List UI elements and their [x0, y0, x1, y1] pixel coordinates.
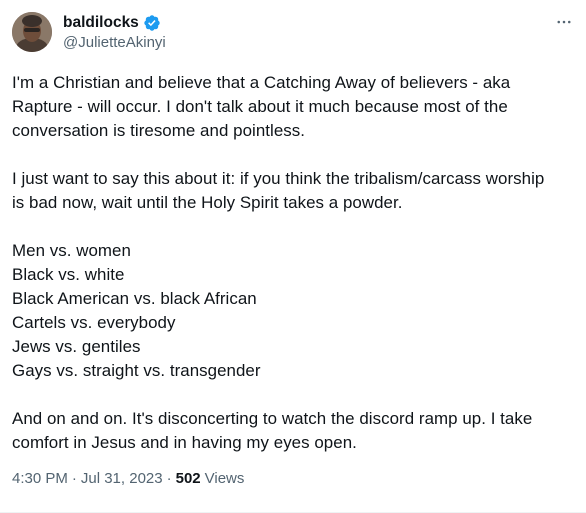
tweet-line: comfort in Jesus and in having my eyes o…: [12, 433, 357, 452]
tweet-metadata: 4:30 PM · Jul 31, 2023 · 502 Views: [12, 470, 244, 487]
views-label: Views: [204, 470, 245, 487]
tweet-line: is bad now, wait until the Holy Spirit t…: [12, 193, 403, 212]
more-options-button[interactable]: [554, 12, 574, 32]
avatar[interactable]: [12, 12, 52, 52]
tweet-line: Black American vs. black African: [12, 289, 257, 308]
more-options-icon: [557, 20, 571, 24]
author-name-row: baldilocks: [63, 12, 161, 34]
tweet-line: Men vs. women: [12, 241, 131, 260]
tweet-paragraph: I just want to say this about it: if you…: [12, 167, 578, 215]
tweet-line: I'm a Christian and believe that a Catch…: [12, 73, 511, 92]
tweet-paragraph: And on and on. It's disconcerting to wat…: [12, 407, 578, 455]
tweet-time[interactable]: 4:30 PM: [12, 470, 68, 487]
tweet-paragraph: Men vs. women Black vs. white Black Amer…: [12, 239, 578, 383]
views-count: 502: [175, 470, 201, 487]
author-display-name[interactable]: baldilocks: [63, 14, 139, 32]
tweet-line: And on and on. It's disconcerting to wat…: [12, 409, 533, 428]
tweet-date[interactable]: Jul 31, 2023: [81, 470, 163, 487]
tweet-text: I'm a Christian and believe that a Catch…: [12, 71, 578, 455]
tweet-line: Cartels vs. everybody: [12, 313, 176, 332]
tweet-line: I just want to say this about it: if you…: [12, 169, 545, 188]
tweet-card: baldilocks @JulietteAkinyi I'm a Christi…: [0, 0, 586, 513]
verified-badge-icon: [143, 14, 161, 32]
tweet-paragraph: I'm a Christian and believe that a Catch…: [12, 71, 578, 143]
tweet-line: Gays vs. straight vs. transgender: [12, 361, 261, 380]
tweet-line: Jews vs. gentiles: [12, 337, 141, 356]
tweet-line: conversation is tiresome and pointless.: [12, 121, 305, 140]
author-handle[interactable]: @JulietteAkinyi: [63, 34, 166, 51]
meta-separator: ·: [166, 470, 172, 487]
tweet-line: Rapture - will occur. I don't talk about…: [12, 97, 508, 116]
meta-separator: ·: [71, 470, 77, 487]
tweet-line: Black vs. white: [12, 265, 125, 284]
